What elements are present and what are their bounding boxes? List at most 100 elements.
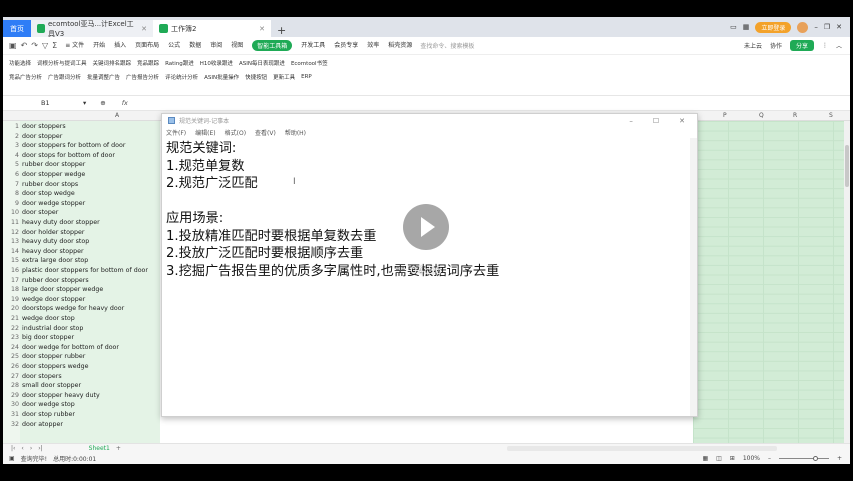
- cell-a[interactable]: wedge door stopper: [22, 295, 85, 305]
- cell-a[interactable]: door atopper: [22, 420, 63, 430]
- normal-view-icon[interactable]: ▦: [702, 455, 708, 462]
- menu-item[interactable]: ≡ 文件: [65, 40, 84, 51]
- plugin-menu-item[interactable]: H10收录跟进: [200, 59, 233, 67]
- notepad-menu-item[interactable]: 查看(V): [255, 128, 276, 137]
- row-number[interactable]: 17: [3, 276, 19, 286]
- minimize-icon[interactable]: –: [814, 23, 818, 31]
- notepad-menu-item[interactable]: 格式(O): [225, 128, 246, 137]
- row-number[interactable]: 9: [3, 199, 19, 209]
- plugin-menu-item[interactable]: 功能选择: [9, 59, 31, 67]
- menu-item[interactable]: 智能工具箱: [252, 40, 293, 51]
- row-number[interactable]: 30: [3, 400, 19, 410]
- next-sheet-icon[interactable]: ›: [30, 445, 32, 452]
- play-button[interactable]: [403, 204, 449, 250]
- plugin-menu-item[interactable]: 广告报告分析: [126, 73, 159, 81]
- col-header-r[interactable]: R: [793, 112, 797, 119]
- close-icon[interactable]: ✕: [679, 117, 685, 125]
- notepad-menu-item[interactable]: 编辑(E): [195, 128, 215, 137]
- row-number[interactable]: 18: [3, 285, 19, 295]
- row-number[interactable]: 13: [3, 237, 19, 247]
- plugin-menu-item[interactable]: ASIN每日表现跟进: [239, 59, 285, 67]
- col-header-s[interactable]: S: [829, 112, 833, 119]
- search-input[interactable]: 查找命令、搜索模板: [420, 41, 474, 50]
- notepad-scrollbar[interactable]: [690, 138, 697, 416]
- cell-a[interactable]: door stopper: [22, 132, 62, 142]
- page-layout-icon[interactable]: ◫: [716, 455, 722, 462]
- cell-a[interactable]: rubber door stopper: [22, 160, 85, 170]
- plugin-menu-item[interactable]: 评论统计分析: [165, 73, 198, 81]
- menu-item[interactable]: 审阅: [210, 40, 222, 51]
- close-icon[interactable]: ✕: [259, 25, 265, 33]
- sheet-tab[interactable]: Sheet1: [89, 445, 110, 452]
- sum-icon[interactable]: Σ: [52, 41, 57, 50]
- cloud-status[interactable]: 未上云: [744, 41, 762, 50]
- plugin-menu-item[interactable]: 关键词排名跟踪: [93, 59, 132, 67]
- save-icon[interactable]: ▣: [9, 41, 17, 50]
- cell-a[interactable]: door stoper: [22, 208, 58, 218]
- row-number[interactable]: 14: [3, 247, 19, 257]
- notepad-menu-item[interactable]: 文件(F): [166, 128, 186, 137]
- row-number[interactable]: 32: [3, 420, 19, 430]
- cell-a[interactable]: door wedge stop: [22, 400, 75, 410]
- cell-a[interactable]: plastic door stoppers for bottom of door: [22, 266, 148, 276]
- plugin-menu-item[interactable]: ERP: [301, 74, 312, 80]
- collab-button[interactable]: 协作: [770, 41, 782, 50]
- plugin-menu-item[interactable]: Rating跟进: [165, 59, 194, 67]
- row-number[interactable]: 7: [3, 180, 19, 190]
- maximize-icon[interactable]: ☐: [653, 117, 659, 125]
- tab-file[interactable]: ecomtool亚马...计Excel工具V3 ✕: [31, 20, 153, 38]
- row-number[interactable]: 16: [3, 266, 19, 276]
- row-number[interactable]: 29: [3, 391, 19, 401]
- cell-a[interactable]: door stopers: [22, 372, 62, 382]
- tab-workbook[interactable]: 工作簿2 ✕: [153, 20, 271, 37]
- add-sheet-button[interactable]: +: [116, 445, 121, 452]
- minimize-icon[interactable]: –: [629, 117, 633, 125]
- last-sheet-icon[interactable]: ›|: [38, 445, 42, 452]
- restore-icon[interactable]: ❐: [824, 23, 830, 31]
- cell-a[interactable]: door stop rubber: [22, 410, 75, 420]
- cell-a[interactable]: door holder stopper: [22, 228, 84, 238]
- menu-item[interactable]: 插入: [114, 40, 126, 51]
- undo-icon[interactable]: ↶: [21, 41, 28, 50]
- menu-item[interactable]: 页面布局: [135, 40, 159, 51]
- prev-sheet-icon[interactable]: ‹: [21, 445, 23, 452]
- menu-item[interactable]: 公式: [168, 40, 180, 51]
- chevron-up-icon[interactable]: ︿: [836, 41, 842, 50]
- cell-a[interactable]: small door stopper: [22, 381, 81, 391]
- close-window-icon[interactable]: ✕: [836, 23, 842, 31]
- cell-a[interactable]: rubber door stops: [22, 180, 78, 190]
- filter-icon[interactable]: ▽: [42, 41, 48, 50]
- menu-item[interactable]: 效率: [367, 40, 379, 51]
- col-header-p[interactable]: P: [723, 112, 727, 119]
- more-icon[interactable]: ⋮: [822, 42, 828, 49]
- redo-icon[interactable]: ↷: [31, 41, 38, 50]
- avatar[interactable]: [797, 21, 809, 33]
- vertical-scrollbar[interactable]: [844, 121, 850, 443]
- row-number[interactable]: 22: [3, 324, 19, 334]
- row-number[interactable]: 3: [3, 141, 19, 151]
- row-number[interactable]: 19: [3, 295, 19, 305]
- login-button[interactable]: 立即登录: [755, 21, 792, 33]
- row-number[interactable]: 25: [3, 352, 19, 362]
- plugin-menu-item[interactable]: ASIN批量操作: [204, 73, 239, 81]
- cell-a[interactable]: door stopper heavy duty: [22, 391, 100, 401]
- row-number[interactable]: 6: [3, 170, 19, 180]
- cell-a[interactable]: door stops for bottom of door: [22, 151, 115, 161]
- menu-item[interactable]: 开发工具: [301, 40, 325, 51]
- cell-a[interactable]: heavy door stopper: [22, 247, 84, 257]
- row-number[interactable]: 5: [3, 160, 19, 170]
- new-tab-button[interactable]: +: [271, 24, 292, 37]
- fx-icon[interactable]: fx: [122, 99, 128, 107]
- horizontal-scrollbar[interactable]: [506, 446, 777, 451]
- cell-a[interactable]: heavy duty door stopper: [22, 218, 100, 228]
- menu-item[interactable]: 开始: [93, 40, 105, 51]
- plugin-menu-item[interactable]: 词根分析与提词工具: [37, 59, 87, 67]
- grid-icon[interactable]: ▦: [743, 23, 750, 31]
- cell-a[interactable]: door stoppers for bottom of door: [22, 141, 125, 151]
- cell-a[interactable]: door wedge stopper: [22, 199, 85, 209]
- cell-a[interactable]: extra large door stop: [22, 256, 88, 266]
- zoom-search-icon[interactable]: ⊕: [100, 99, 105, 107]
- row-number[interactable]: 23: [3, 333, 19, 343]
- zoom-knob[interactable]: [812, 456, 818, 461]
- row-number[interactable]: 4: [3, 151, 19, 161]
